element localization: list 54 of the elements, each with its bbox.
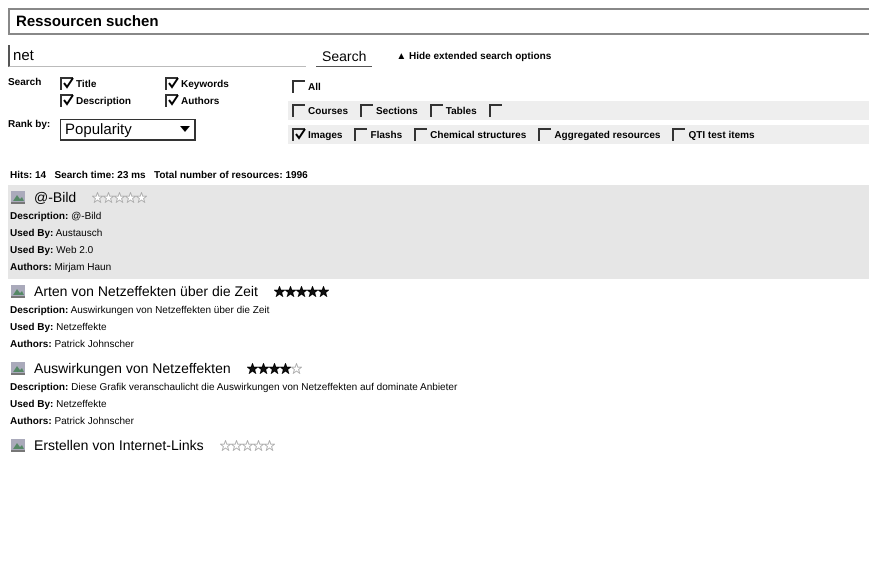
checkbox[interactable] (354, 128, 368, 141)
image-icon (10, 189, 26, 205)
checkbox-label: Description (76, 96, 132, 107)
selected-result[interactable]: @-Bild Description: @-Bild Used By: Austausch Used By: Web 2.0 Authors: Mirjam Haun (8, 185, 869, 279)
checkbox[interactable] (165, 77, 178, 90)
result-title[interactable]: @-Bild (34, 189, 76, 205)
search-label: Search (8, 77, 42, 88)
checkbox[interactable] (430, 104, 443, 117)
checkbox-label: Keywords (181, 79, 229, 90)
result-detail: Description: Diese Grafik veranschaulicht die Auswirkungen von Netzeffekten auf dominate Anbieter (10, 382, 458, 393)
page-title: Ressourcen suchen (16, 13, 159, 30)
checkbox[interactable] (60, 94, 73, 107)
result-detail: Authors: Patrick Johnscher (10, 339, 135, 350)
checkbox[interactable] (60, 77, 73, 90)
result-detail: Description: Auswirkungen von Netzeffekten über die Zeit (10, 305, 270, 316)
checkbox-label: Images (308, 130, 342, 141)
checkbox[interactable] (165, 94, 178, 107)
checkbox-label: Authors (181, 96, 220, 107)
search-stats: Hits: 14 Search time: 23 ms Total number of resources: 1996 (9, 169, 309, 183)
checkbox-label: QTI test items (688, 130, 755, 141)
image-icon (10, 283, 26, 299)
search-field[interactable]: net (8, 45, 306, 67)
result-detail: Used By: Austausch (10, 228, 104, 239)
hide-options-link[interactable]: ▲ Hide extended search options (396, 50, 552, 62)
result-detail: Authors: Mirjam Haun (10, 262, 112, 273)
checkbox[interactable] (360, 104, 374, 117)
checkbox-label: Title (76, 79, 96, 90)
checkbox-label: Tables (446, 106, 477, 117)
checkbox-label: Courses (308, 106, 348, 117)
checkbox-label: Aggregated resources (554, 130, 660, 141)
result-detail: Used By: Web 2.0 (10, 245, 94, 256)
checkbox[interactable] (414, 128, 428, 141)
checkbox-label: Flashs (370, 130, 402, 141)
checkbox[interactable] (538, 128, 552, 141)
image-icon (10, 437, 26, 453)
checkbox[interactable] (488, 104, 502, 117)
rank-label: Rank by: (8, 118, 52, 130)
result-title[interactable]: Arten von Netzeffekten über die Zeit (34, 283, 258, 299)
result-detail: Description: @-Bild (10, 211, 102, 222)
checkbox[interactable] (292, 104, 305, 117)
result-title[interactable]: Auswirkungen von Netzeffekten (34, 360, 231, 376)
checkbox-label: All (308, 82, 321, 93)
result-title[interactable]: Erstellen von Internet-Links (34, 437, 204, 453)
caret-icon (180, 126, 190, 132)
checkbox[interactable] (672, 128, 686, 141)
result-detail: Used By: Netzeffekte (10, 399, 108, 410)
checkbox[interactable] (292, 128, 305, 141)
rank-dropdown[interactable]: Popularity (60, 118, 196, 140)
image-icon (10, 360, 26, 376)
result-detail: Authors: Patrick Johnscher (10, 416, 135, 427)
checkbox-label: Sections (376, 106, 418, 117)
checkbox[interactable] (292, 80, 305, 93)
result-detail: Used By: Netzeffekte (10, 322, 108, 333)
checkbox-label: Chemical structures (430, 130, 526, 141)
